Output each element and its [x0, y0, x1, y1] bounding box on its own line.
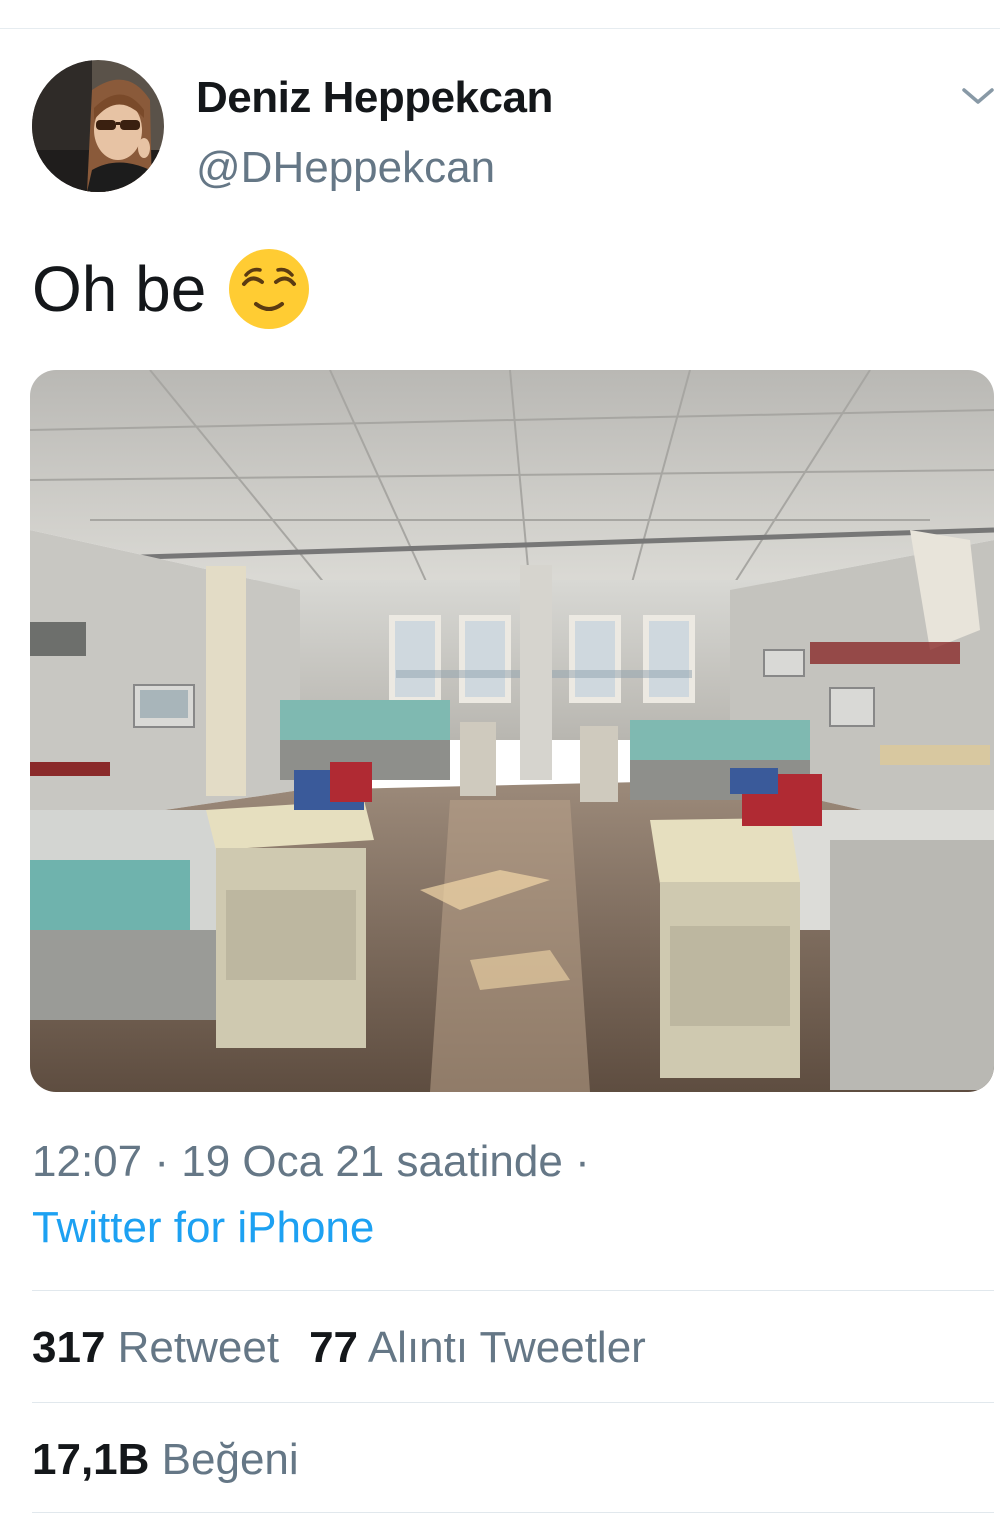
- author-handle[interactable]: @DHeppekcan: [196, 140, 495, 196]
- relieved-face-emoji-icon: [228, 248, 310, 330]
- author-avatar[interactable]: [32, 60, 164, 192]
- quote-count: 77: [309, 1323, 359, 1372]
- divider: [32, 1512, 994, 1513]
- tweet-source-link[interactable]: Twitter for iPhone: [32, 1200, 374, 1256]
- like-count: 17,1B: [32, 1435, 150, 1484]
- tweet-text: Oh be: [32, 248, 310, 330]
- quotes-stat[interactable]: 77 Alıntı Tweetler: [309, 1323, 646, 1372]
- tweet-date: 19 Oca 21 saatinde: [181, 1137, 563, 1186]
- author-name[interactable]: Deniz Heppekcan: [196, 70, 553, 126]
- chevron-down-icon[interactable]: [956, 80, 1000, 114]
- tweet-text-content: Oh be: [32, 253, 207, 325]
- tweet-time: 12:07: [32, 1137, 143, 1186]
- top-divider: [0, 28, 1000, 29]
- divider: [32, 1402, 994, 1403]
- retweet-count: 317: [32, 1323, 106, 1372]
- likes-stat[interactable]: 17,1B Beğeni: [32, 1432, 299, 1488]
- retweets-stat[interactable]: 317 Retweet: [32, 1323, 279, 1372]
- trailing-separator-dot: ·: [575, 1137, 590, 1186]
- separator-dot: ·: [154, 1137, 169, 1186]
- tweet-photo[interactable]: [30, 370, 994, 1092]
- retweet-quote-stats: 317 Retweet 77 Alıntı Tweetler: [32, 1320, 646, 1376]
- divider: [32, 1290, 994, 1291]
- quote-label: Alıntı Tweetler: [367, 1323, 646, 1372]
- tweet-timestamp[interactable]: 12:07 · 19 Oca 21 saatinde ·: [32, 1134, 590, 1190]
- like-label: Beğeni: [161, 1435, 299, 1484]
- retweet-label: Retweet: [117, 1323, 280, 1372]
